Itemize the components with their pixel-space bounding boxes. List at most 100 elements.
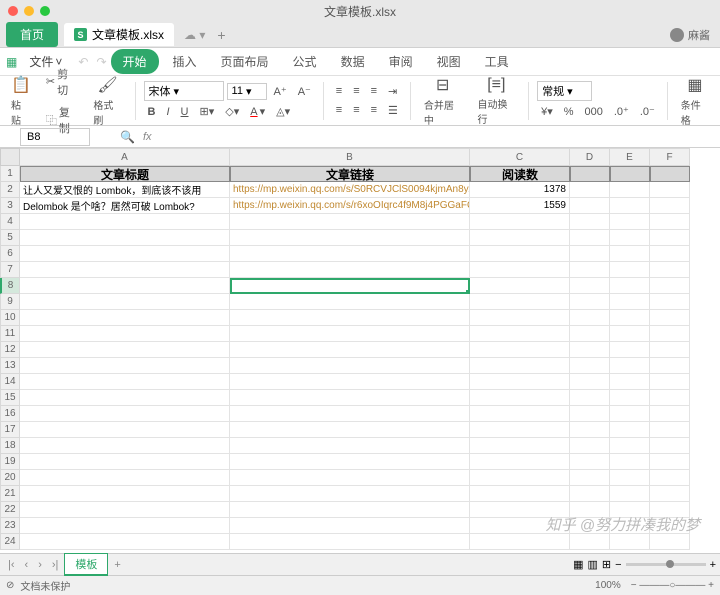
menu-view[interactable]: 视图 xyxy=(427,49,471,74)
cell[interactable] xyxy=(470,390,570,406)
cell[interactable] xyxy=(470,214,570,230)
cell[interactable] xyxy=(230,310,470,326)
cell[interactable] xyxy=(20,230,230,246)
menu-start[interactable]: 开始 xyxy=(111,49,159,74)
cell[interactable] xyxy=(230,502,470,518)
cell[interactable] xyxy=(570,278,610,294)
row-header[interactable]: 7 xyxy=(0,262,20,278)
cell[interactable] xyxy=(570,470,610,486)
cell[interactable]: 1378 xyxy=(470,182,570,198)
cell[interactable] xyxy=(610,534,650,550)
cell[interactable] xyxy=(570,486,610,502)
cell[interactable] xyxy=(650,262,690,278)
cell[interactable] xyxy=(230,470,470,486)
cell[interactable] xyxy=(650,278,690,294)
cell[interactable] xyxy=(570,342,610,358)
number-format-select[interactable]: 常规 ▾ xyxy=(537,81,592,101)
cell[interactable] xyxy=(470,358,570,374)
cell[interactable] xyxy=(230,406,470,422)
font-select[interactable]: 宋体 ▾ xyxy=(144,81,224,101)
wrap-text-button[interactable]: [≡]自动换行 xyxy=(473,73,521,129)
cell[interactable] xyxy=(470,470,570,486)
zoom-out-icon[interactable]: − xyxy=(615,559,621,571)
cell[interactable] xyxy=(610,438,650,454)
wrap-icon[interactable]: ⇥ xyxy=(384,83,401,100)
cell[interactable] xyxy=(570,182,610,198)
row-header[interactable]: 19 xyxy=(0,454,20,470)
cell[interactable] xyxy=(570,326,610,342)
cell[interactable] xyxy=(470,310,570,326)
cell[interactable] xyxy=(20,278,230,294)
cell[interactable] xyxy=(610,342,650,358)
cell[interactable] xyxy=(610,182,650,198)
cell[interactable] xyxy=(650,166,690,182)
row-header[interactable]: 12 xyxy=(0,342,20,358)
align-bottom-icon[interactable]: ≡ xyxy=(367,83,381,99)
menu-tools[interactable]: 工具 xyxy=(475,49,519,74)
cell[interactable] xyxy=(230,534,470,550)
menu-insert[interactable]: 插入 xyxy=(163,49,207,74)
add-sheet-button[interactable]: + xyxy=(110,558,124,572)
cell[interactable] xyxy=(20,390,230,406)
cell[interactable] xyxy=(20,502,230,518)
cell[interactable]: Delombok 是个啥？居然可破 Lombok? xyxy=(20,198,230,214)
cell[interactable] xyxy=(610,358,650,374)
indent-icon[interactable]: ☰ xyxy=(384,102,402,119)
cell[interactable] xyxy=(470,246,570,262)
sheet-nav-last[interactable]: ›| xyxy=(48,558,63,572)
cell[interactable] xyxy=(20,486,230,502)
cell[interactable] xyxy=(610,214,650,230)
italic-button[interactable]: I xyxy=(162,104,173,120)
cell[interactable] xyxy=(650,358,690,374)
cell[interactable] xyxy=(470,534,570,550)
maximize-window-button[interactable] xyxy=(40,6,50,16)
cell[interactable] xyxy=(470,262,570,278)
row-header[interactable]: 6 xyxy=(0,246,20,262)
cell[interactable] xyxy=(650,454,690,470)
row-header[interactable]: 21 xyxy=(0,486,20,502)
zoom-level[interactable]: 100% xyxy=(595,580,621,591)
sheet-nav-prev[interactable]: ‹ xyxy=(21,558,33,572)
cell[interactable] xyxy=(610,198,650,214)
cell[interactable] xyxy=(230,422,470,438)
cell[interactable] xyxy=(20,214,230,230)
cell[interactable] xyxy=(230,438,470,454)
currency-icon[interactable]: ¥▾ xyxy=(537,103,557,120)
fill-color-button[interactable]: ◇▾ xyxy=(221,103,243,120)
row-header[interactable]: 16 xyxy=(0,406,20,422)
paste-button[interactable]: 📋粘贴 xyxy=(6,72,36,130)
dec-decimal-icon[interactable]: .0⁻ xyxy=(636,103,659,120)
row-header[interactable]: 5 xyxy=(0,230,20,246)
cell[interactable] xyxy=(20,342,230,358)
cell[interactable] xyxy=(20,534,230,550)
cell[interactable] xyxy=(20,358,230,374)
menu-data[interactable]: 数据 xyxy=(331,49,375,74)
font-size-select[interactable]: 11 ▾ xyxy=(227,83,267,100)
cell[interactable] xyxy=(20,246,230,262)
cell[interactable] xyxy=(650,534,690,550)
cell[interactable] xyxy=(570,262,610,278)
cell[interactable] xyxy=(230,230,470,246)
column-header[interactable]: C xyxy=(470,148,570,166)
cell[interactable] xyxy=(20,406,230,422)
cell[interactable] xyxy=(20,310,230,326)
cell[interactable] xyxy=(470,374,570,390)
row-header[interactable]: 8 xyxy=(0,278,20,294)
cell[interactable] xyxy=(650,438,690,454)
cell[interactable] xyxy=(230,214,470,230)
cell[interactable] xyxy=(650,422,690,438)
column-header[interactable]: F xyxy=(650,148,690,166)
cell[interactable] xyxy=(570,374,610,390)
cell[interactable] xyxy=(230,390,470,406)
cell[interactable] xyxy=(470,438,570,454)
cell[interactable] xyxy=(650,182,690,198)
cell[interactable] xyxy=(230,374,470,390)
row-header[interactable]: 9 xyxy=(0,294,20,310)
cell[interactable] xyxy=(610,246,650,262)
row-header[interactable]: 22 xyxy=(0,502,20,518)
cell[interactable] xyxy=(570,454,610,470)
cell[interactable] xyxy=(610,454,650,470)
conditional-format-button[interactable]: ▦条件格 xyxy=(676,72,714,130)
cell[interactable] xyxy=(20,422,230,438)
row-header[interactable]: 11 xyxy=(0,326,20,342)
